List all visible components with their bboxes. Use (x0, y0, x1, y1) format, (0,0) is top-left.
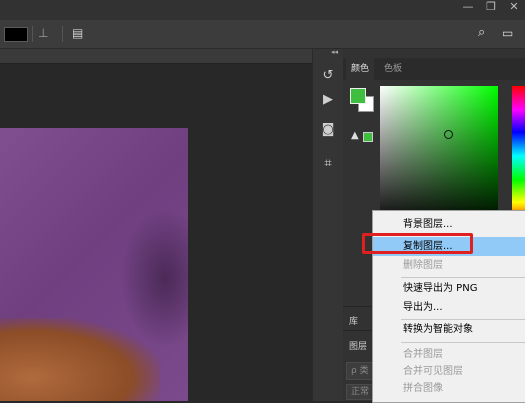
menu-item-quick-export-png[interactable]: 快速导出为 PNG (373, 279, 525, 298)
menu-item-export-as[interactable]: 导出为... (373, 298, 525, 317)
tab-color[interactable]: 颜色 (346, 58, 375, 80)
panel-dock: ◂◂ ↺ ▶ ◙ ⌗ (312, 48, 344, 401)
warning-icon[interactable]: ▲ (351, 130, 359, 141)
document-icon[interactable]: ▤ (72, 25, 86, 41)
color-panel-tabs: 颜色 色板 (343, 58, 525, 80)
separator (62, 26, 63, 42)
restore-icon[interactable]: ❐ (480, 0, 502, 14)
title-bar: — ❐ ✕ (0, 0, 525, 20)
history-icon[interactable]: ↺ (319, 67, 337, 85)
menu-item-convert-smart-object[interactable]: 转换为智能对象 (373, 320, 525, 339)
minimize-icon[interactable]: — (457, 0, 479, 14)
highlight-annotation (362, 233, 473, 254)
color-swatch[interactable] (4, 27, 28, 42)
search-icon[interactable]: ⌕ (478, 25, 494, 41)
workspace-icon[interactable]: ▭ (502, 25, 518, 41)
separator (32, 26, 33, 42)
document-canvas[interactable] (0, 128, 188, 401)
play-icon[interactable]: ▶ (319, 91, 337, 109)
menu-separator (401, 342, 525, 343)
color-picker-field[interactable] (380, 86, 498, 226)
photo-subject (0, 318, 160, 401)
gamut-swatch[interactable] (363, 132, 373, 142)
picker-cursor[interactable] (444, 130, 453, 139)
hue-slider[interactable] (512, 86, 525, 226)
document-tab-bar (0, 49, 312, 64)
adjustments-icon[interactable]: ◙ (319, 121, 337, 139)
foreground-color-swatch[interactable] (350, 88, 366, 104)
align-icon[interactable]: ⊥ (38, 24, 52, 42)
menu-item-delete-layer: 删除图层 (403, 260, 443, 271)
menu-separator (401, 277, 525, 278)
menu-item-flatten-image: 拼合图像 (403, 383, 443, 394)
close-icon[interactable]: ✕ (503, 0, 525, 14)
paths-icon[interactable]: ⌗ (319, 155, 337, 173)
collapse-icon[interactable]: ◂◂ (331, 48, 338, 56)
tab-swatches[interactable]: 色板 (379, 58, 407, 80)
menu-item-background-layer[interactable]: 背景图层... (373, 215, 525, 234)
